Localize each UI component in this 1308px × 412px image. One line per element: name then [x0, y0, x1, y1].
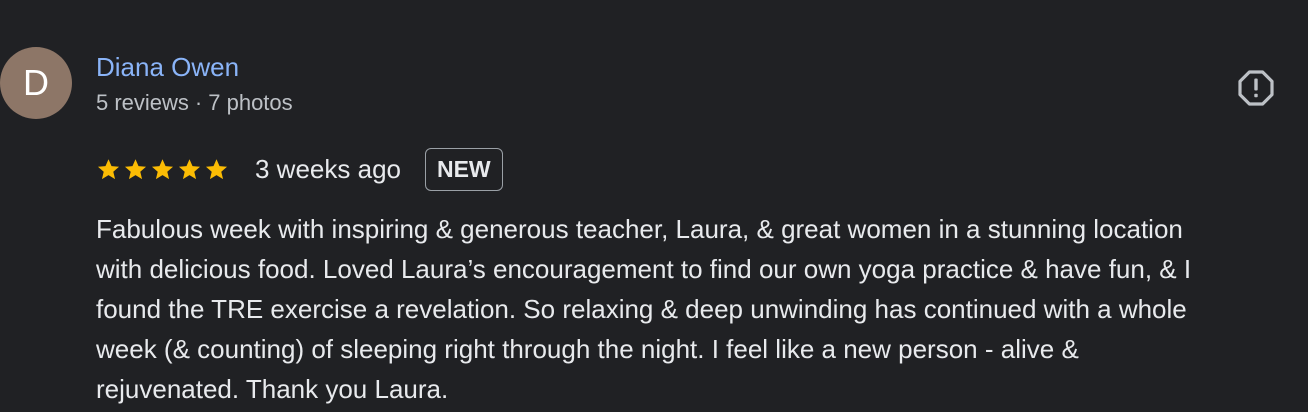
star-icon: [124, 158, 147, 179]
review-text-line: week (& counting) of sleeping right thro…: [96, 334, 1079, 364]
star-icon: [97, 158, 120, 179]
meta-separator: ·: [194, 90, 203, 115]
avatar[interactable]: D: [0, 47, 72, 119]
star-icon: [205, 158, 228, 179]
report-button[interactable]: [1236, 68, 1276, 108]
author-name-link[interactable]: Diana Owen: [96, 51, 239, 83]
review-text-line: found the TRE exercise a revelation. So …: [96, 294, 1187, 324]
photos-count: 7 photos: [208, 90, 293, 115]
review-text-line: rejuvenated. Thank you Laura.: [96, 374, 449, 404]
rating-row: 3 weeks ago NEW: [96, 147, 503, 191]
review-text: Fabulous week with inspiring & generous …: [96, 209, 1308, 409]
star-icon: [151, 158, 174, 179]
author-meta: 5 reviews · 7 photos: [96, 89, 293, 117]
star-rating: [96, 157, 229, 182]
report-icon: [1238, 70, 1274, 106]
review-text-line: with delicious food. Loved Laura’s encou…: [96, 254, 1192, 284]
review-date: 3 weeks ago: [255, 154, 401, 184]
new-badge: NEW: [424, 147, 503, 191]
star-icon: [178, 158, 201, 179]
review-card: D Diana Owen 5 reviews · 7 photos 3 weeks …: [0, 0, 1308, 412]
reviews-count: 5 reviews: [96, 90, 189, 115]
avatar-initial: D: [23, 62, 49, 103]
review-text-line: Fabulous week with inspiring & generous …: [96, 214, 1183, 244]
